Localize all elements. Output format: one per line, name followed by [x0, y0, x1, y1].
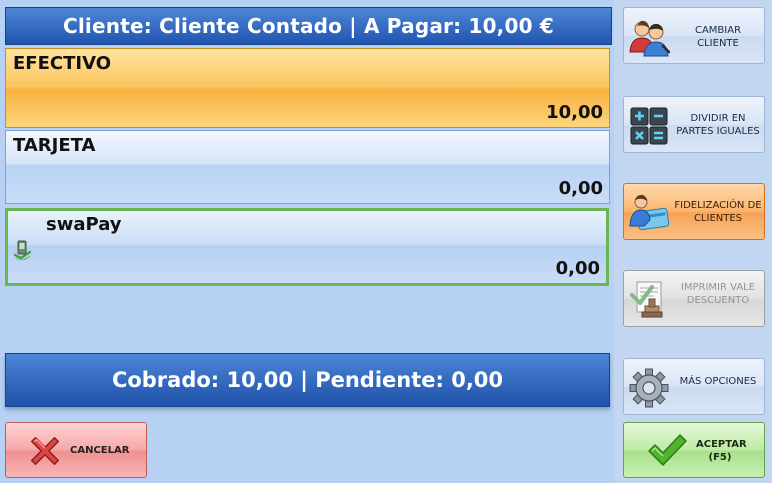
- payment-amount: 10,00: [546, 102, 603, 123]
- totals-text: Cobrado: 10,00 | Pendiente: 0,00: [111, 368, 504, 392]
- accept-button-label: ACEPTAR (F5): [696, 439, 747, 463]
- payment-header: Cliente: Cliente Contado | A Pagar: 10,0…: [5, 7, 612, 45]
- split-equal-parts-button[interactable]: DIVIDIR EN PARTES IGUALES: [623, 96, 765, 153]
- change-client-label: CAMBIAR CLIENTE: [694, 25, 742, 49]
- cancel-button[interactable]: CANCELAR: [5, 422, 147, 478]
- print-voucher-button[interactable]: IMPRIMIR VALE DESCUENTO: [623, 270, 765, 327]
- payment-method-label: swaPay: [46, 214, 122, 235]
- checkmark-icon: [648, 434, 687, 466]
- cancel-button-label: CANCELAR: [70, 445, 130, 456]
- loyalty-card-icon: [629, 194, 670, 231]
- x-icon: [30, 436, 60, 466]
- header-text: Cliente: Cliente Contado | A Pagar: 10,0…: [63, 14, 554, 38]
- split-equal-parts-label: DIVIDIR EN PARTES IGUALES: [676, 113, 760, 137]
- loyalty-button[interactable]: FIDELIZACIÓN DE CLIENTES: [623, 183, 765, 240]
- more-options-label: MÁS OPCIONES: [679, 376, 757, 387]
- payment-row-efectivo[interactable]: EFECTIVO 10,00: [5, 48, 610, 128]
- users-icon: [629, 20, 670, 57]
- gear-icon: [629, 368, 669, 408]
- accept-button[interactable]: ACEPTAR (F5): [623, 422, 765, 478]
- payment-row-tarjeta[interactable]: TARJETA 0,00: [5, 130, 610, 204]
- payment-method-label: EFECTIVO: [13, 53, 111, 74]
- totals-bar: Cobrado: 10,00 | Pendiente: 0,00: [5, 353, 610, 407]
- payment-row-swapay[interactable]: swaPay 0,00: [5, 208, 609, 286]
- loyalty-label: FIDELIZACIÓN DE CLIENTES: [674, 200, 762, 224]
- payment-method-label: TARJETA: [13, 135, 96, 156]
- stamp-icon: [630, 281, 663, 318]
- more-options-button[interactable]: MÁS OPCIONES: [623, 358, 765, 415]
- swapay-icon: [14, 240, 32, 261]
- change-client-button[interactable]: CAMBIAR CLIENTE: [623, 7, 765, 64]
- payment-amount: 0,00: [555, 258, 600, 279]
- print-voucher-label: IMPRIMIR VALE DESCUENTO: [680, 282, 756, 306]
- calculator-icon: [630, 107, 668, 145]
- payment-amount: 0,00: [558, 178, 603, 199]
